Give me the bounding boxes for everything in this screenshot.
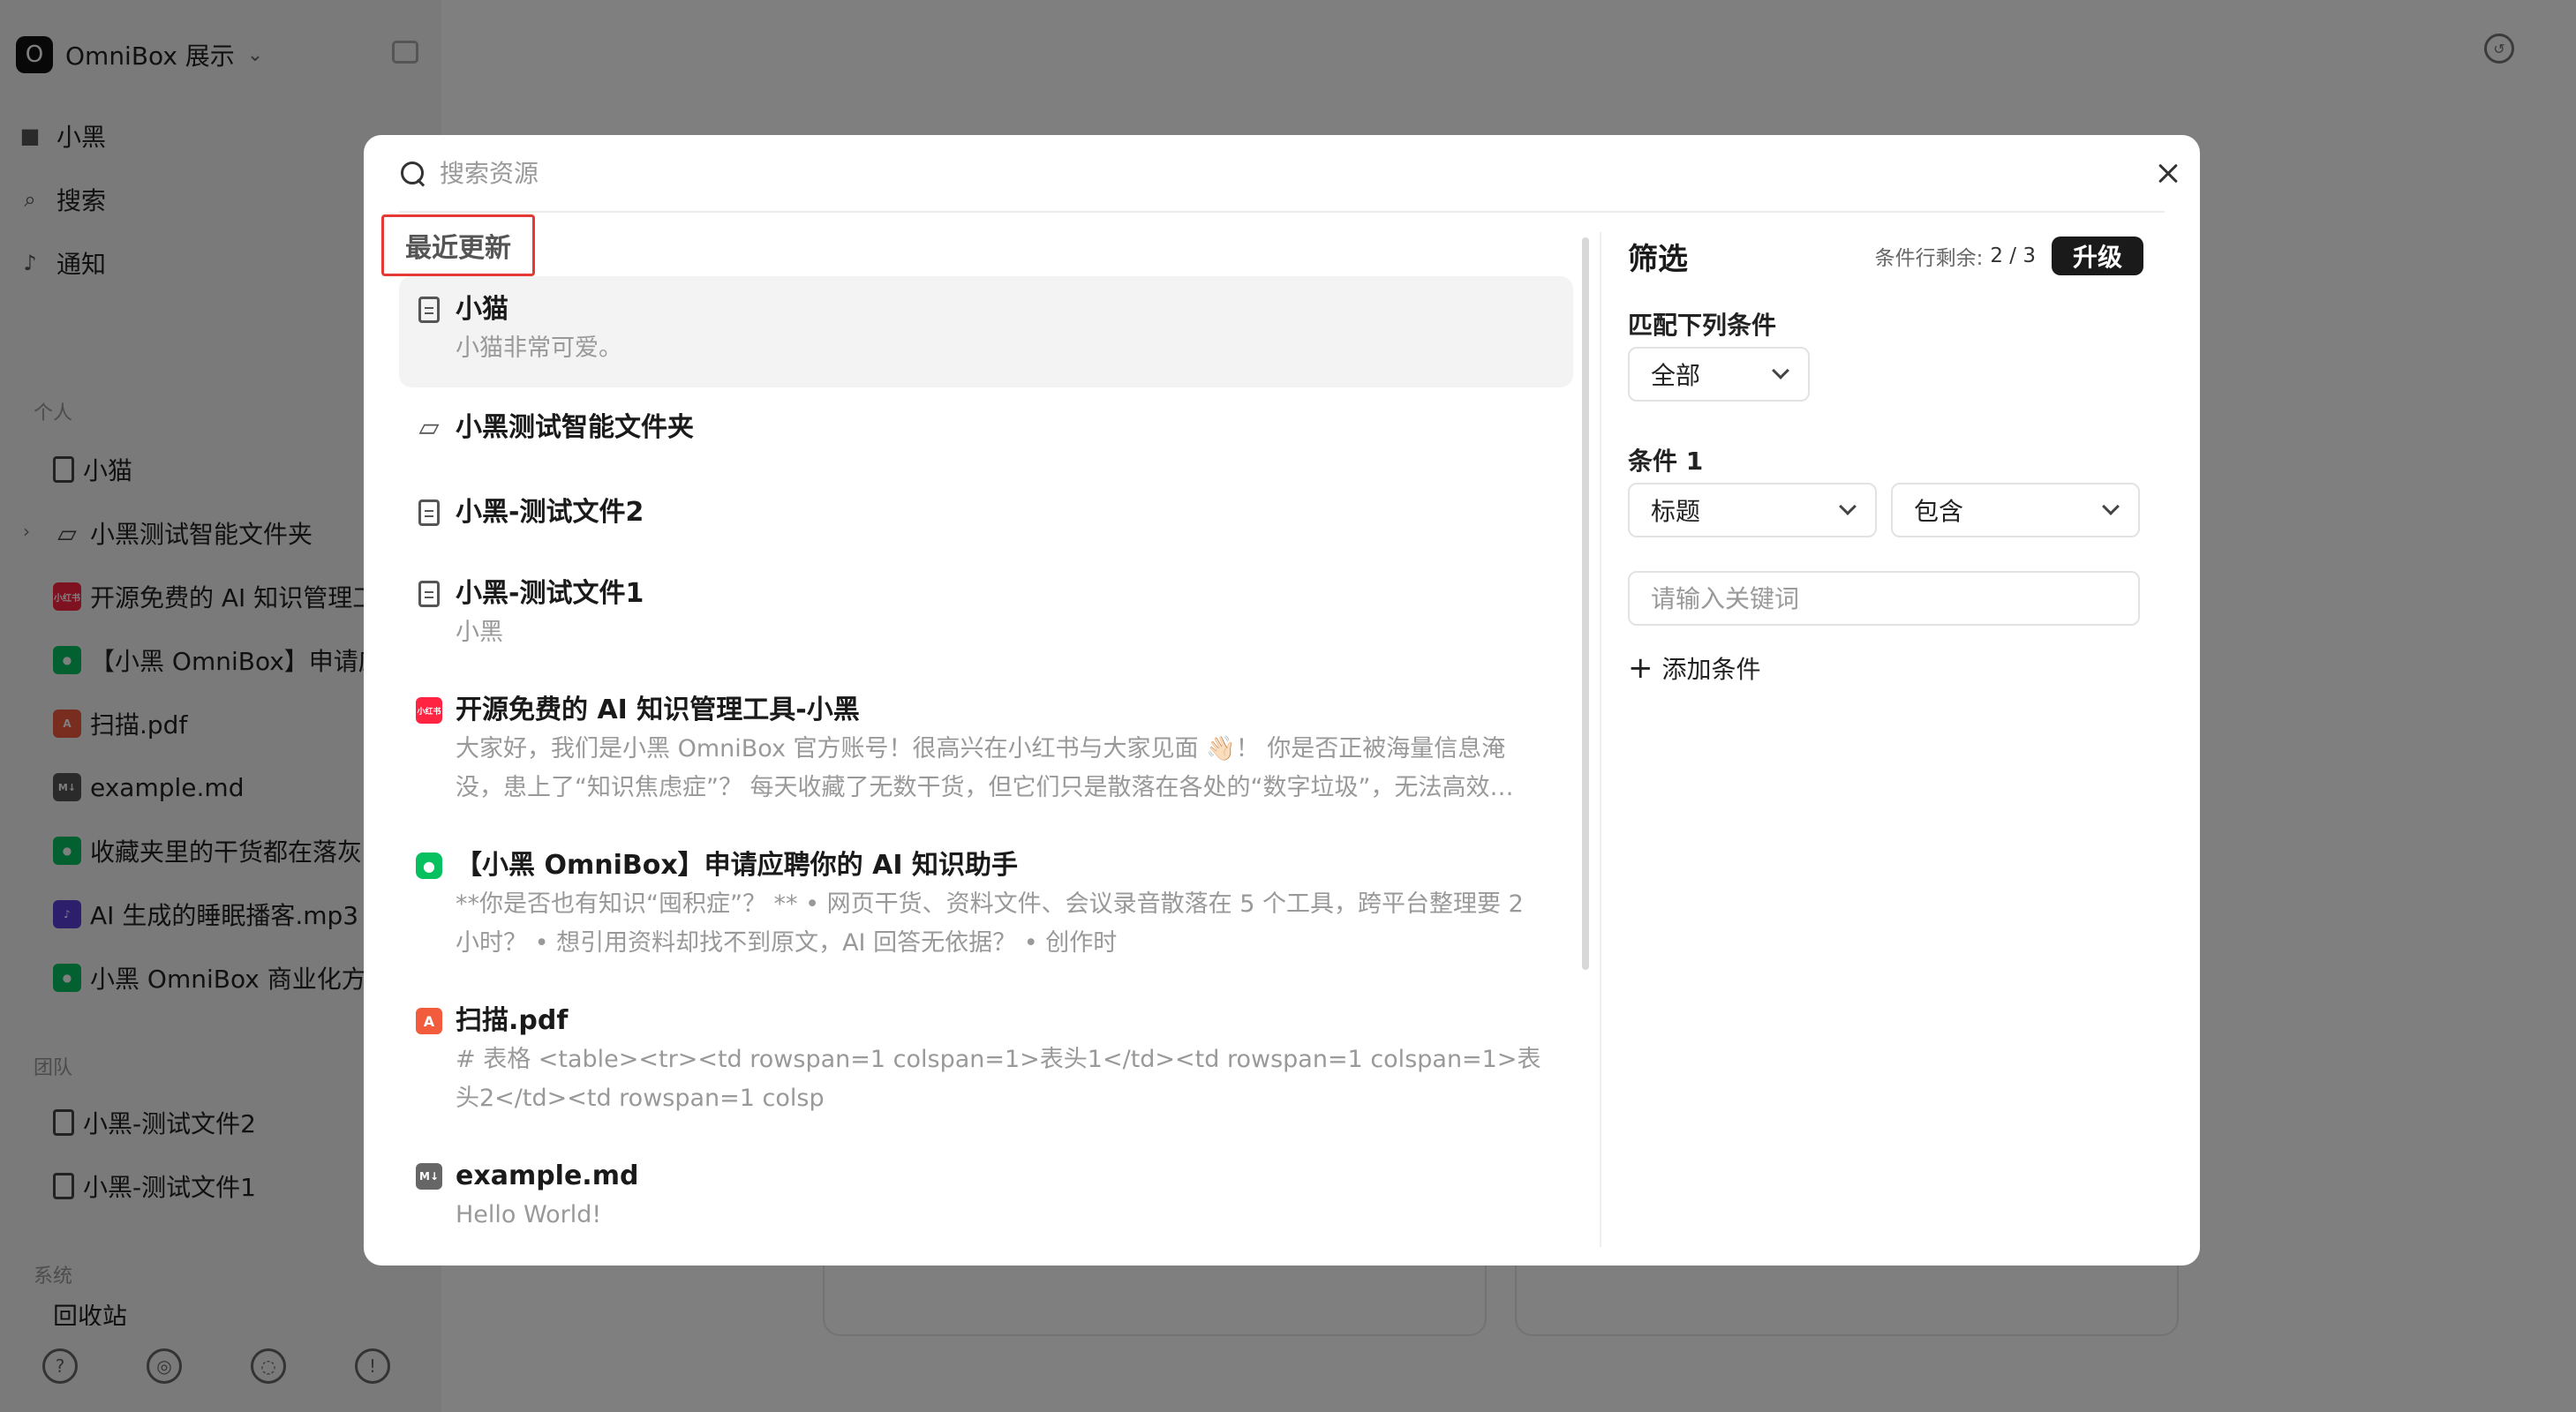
- match-conditions-label: 匹配下列条件: [1628, 311, 1777, 340]
- result-item[interactable]: 小猫 小猫非常可爱。: [399, 276, 1573, 387]
- xiaohongshu-badge: 小红书: [416, 697, 442, 724]
- result-title: 小黑测试智能文件夹: [456, 412, 694, 443]
- condition-label: 条件 1: [1628, 447, 1704, 476]
- result-title: 扫描.pdf: [456, 1005, 569, 1036]
- conditions-remaining: 条件行剩余: 2 / 3: [1875, 241, 2036, 271]
- select-value: 包含: [1914, 497, 1964, 526]
- result-title: 小黑-测试文件1: [456, 578, 644, 609]
- search-icon: [399, 160, 426, 186]
- plus-icon: +: [1628, 650, 1653, 686]
- result-title: 小猫: [456, 294, 508, 325]
- result-item[interactable]: 小黑-测试文件1 小黑: [399, 560, 1573, 670]
- chevron-down-icon: [2102, 498, 2120, 515]
- result-item[interactable]: ▱ 小黑测试智能文件夹: [399, 394, 1573, 470]
- result-item[interactable]: M↓ example.md Hello World!: [399, 1143, 1573, 1252]
- result-snippet: # 表格 <table><tr><td rowspan=1 colspan=1>…: [456, 1046, 1541, 1112]
- result-snippet: 小猫非常可爱。: [456, 334, 622, 362]
- smart-folder-icon: ▱: [418, 412, 440, 443]
- wechat-icon: ●: [415, 852, 443, 880]
- result-snippet: 大家好，我们是小黑 OmniBox 官方账号！很高兴在小红书与大家见面 👋🏻！ …: [456, 735, 1514, 801]
- document-icon: [415, 499, 443, 527]
- result-snippet: **你是否也有知识“囤积症”？ ** • 网页干货、资料文件、会议录音散落在 5…: [456, 890, 1524, 957]
- pdf-icon: A: [415, 1007, 443, 1035]
- search-modal: 最近更新 小猫 小猫非常可爱。 ▱ 小黑测试智能文件夹 小黑-测试文件2 小黑-…: [364, 135, 2200, 1266]
- result-title: 小黑-测试文件2: [456, 497, 644, 528]
- document-icon: [415, 296, 443, 324]
- add-condition-label: 添加条件: [1661, 655, 1761, 684]
- result-item[interactable]: ● 【小黑 OmniBox】申请应聘你的 AI 知识助手 **你是否也有知识“囤…: [399, 832, 1573, 980]
- markdown-icon: M↓: [415, 1162, 443, 1190]
- result-item[interactable]: 小黑-测试文件2: [399, 479, 1573, 555]
- chevron-down-icon: [1839, 498, 1857, 515]
- document-icon: [415, 580, 443, 608]
- select-value: 全部: [1651, 361, 1701, 390]
- result-title: 【小黑 OmniBox】申请应聘你的 AI 知识助手: [456, 850, 1018, 881]
- match-mode-select[interactable]: 全部: [1628, 347, 1810, 402]
- panel-divider: [1600, 232, 1601, 1247]
- markdown-badge: M↓: [416, 1163, 442, 1190]
- filter-title: 筛选: [1628, 241, 1688, 277]
- result-item[interactable]: A 扫描.pdf # 表格 <table><tr><td rowspan=1 c…: [399, 988, 1573, 1136]
- condition-operator-select[interactable]: 包含: [1891, 483, 2140, 537]
- conditions-remaining-label: 条件行剩余:: [1874, 247, 1984, 270]
- result-title: 开源免费的 AI 知识管理工具-小黑: [456, 695, 860, 725]
- recent-updates-label: 最近更新: [381, 214, 535, 276]
- results-scrollbar[interactable]: [1582, 237, 1589, 970]
- close-icon[interactable]: [2156, 161, 2181, 186]
- xiaohongshu-icon: 小红书: [415, 696, 443, 725]
- keyword-input[interactable]: [1628, 571, 2140, 626]
- conditions-remaining-count: 2 / 3: [1990, 244, 2036, 267]
- chevron-down-icon: [1772, 362, 1789, 379]
- result-title: example.md: [456, 1160, 639, 1191]
- filter-header: 筛选 条件行剩余: 2 / 3 升级: [1628, 234, 2143, 278]
- search-input[interactable]: [438, 157, 1850, 189]
- result-item[interactable]: 小红书 开源免费的 AI 知识管理工具-小黑 大家好，我们是小黑 OmniBox…: [399, 677, 1573, 825]
- result-snippet: 小黑: [456, 619, 503, 646]
- condition-field-select[interactable]: 标题: [1628, 483, 1877, 537]
- search-bar: [399, 135, 2165, 213]
- result-snippet: Hello World!: [456, 1201, 602, 1228]
- upgrade-button[interactable]: 升级: [2051, 237, 2143, 275]
- results-list: 小猫 小猫非常可爱。 ▱ 小黑测试智能文件夹 小黑-测试文件2 小黑-测试文件1…: [399, 276, 1573, 1266]
- select-value: 标题: [1651, 497, 1701, 526]
- add-condition-button[interactable]: + 添加条件: [1628, 649, 1761, 687]
